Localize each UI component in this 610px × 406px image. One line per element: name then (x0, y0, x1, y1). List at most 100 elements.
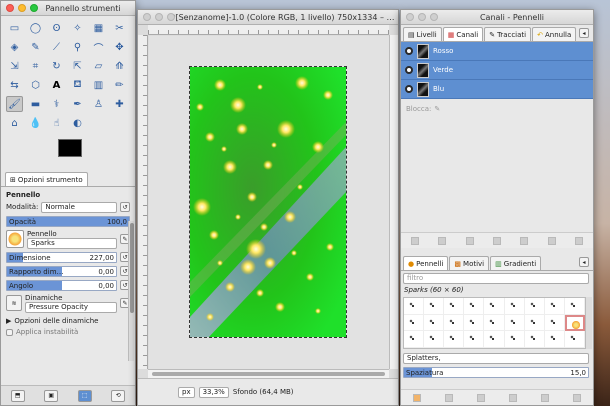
foreground-select-icon[interactable]: ◈ (6, 39, 23, 55)
text-icon[interactable]: A (48, 77, 65, 93)
brush-thumb[interactable] (504, 298, 525, 315)
flip-icon[interactable]: ⇆ (6, 77, 23, 93)
blend-icon[interactable]: ▥ (90, 77, 107, 93)
perspective-clone-icon[interactable]: ⌂ (6, 115, 23, 131)
refresh-brushes-icon[interactable] (541, 393, 549, 402)
brush-thumb[interactable] (484, 331, 505, 348)
smudge-icon[interactable]: ☝ (48, 115, 65, 131)
size-slider[interactable]: Dimensione 227,00 (6, 251, 117, 263)
toolbox-titlebar[interactable]: Pannello strumenti (1, 1, 135, 16)
color-select-icon[interactable]: ▦ (90, 20, 107, 36)
save-options-icon[interactable]: ⬒ (10, 389, 25, 402)
brush-thumb[interactable] (424, 331, 445, 348)
channel-to-selection-icon[interactable] (547, 236, 556, 245)
perspective-icon[interactable]: ⟰ (111, 58, 128, 74)
airbrush-icon[interactable]: ⚕ (48, 96, 65, 112)
jitter-checkbox[interactable] (6, 328, 13, 336)
color-picker-icon[interactable]: ⟋ (48, 39, 65, 55)
scissors-icon[interactable]: ✂ (111, 20, 128, 36)
brush-thumb[interactable] (484, 314, 505, 332)
opacity-slider[interactable]: Opacità 100,0 (6, 215, 130, 227)
brush-dropdown[interactable]: Sparks (27, 237, 117, 249)
options-scroll-thumb[interactable] (130, 223, 134, 313)
delete-channel-icon[interactable] (575, 236, 584, 245)
lower-channel-icon[interactable] (492, 236, 501, 245)
channels-titlebar[interactable]: Canali - Pennelli (401, 10, 593, 25)
brush-thumb[interactable] (424, 314, 445, 332)
lock-pixels-icon[interactable]: ✎ (434, 105, 440, 113)
brush-thumb[interactable] (524, 314, 545, 332)
brush-thumb[interactable] (564, 331, 585, 348)
channel-row-green[interactable]: Verde (401, 61, 593, 80)
tab-gradients[interactable]: ▥ Gradienti (490, 256, 542, 270)
crop-icon[interactable]: ⌗ (27, 58, 44, 74)
eye-icon[interactable] (405, 66, 413, 74)
delete-brush-icon[interactable] (509, 393, 517, 402)
tab-layers[interactable]: ▤ Livelli (403, 27, 442, 41)
move-icon[interactable]: ✥ (111, 39, 128, 55)
channel-row-red[interactable]: Rosso (401, 42, 593, 61)
spacing-slider[interactable]: Spaziatura 15,0 (403, 367, 589, 378)
rotate-icon[interactable]: ↻ (48, 58, 65, 74)
image-titlebar[interactable]: *[Senzanome]-1.0 (Colore RGB, 1 livello)… (138, 10, 398, 25)
eye-icon[interactable] (405, 47, 413, 55)
vertical-scrollbar[interactable] (389, 35, 398, 369)
brush-thumb[interactable] (424, 298, 445, 315)
brush-thumb[interactable] (464, 314, 485, 332)
mode-dropdown[interactable]: Normale (41, 201, 117, 213)
brush-scrollbar[interactable] (586, 297, 592, 349)
brush-thumb[interactable] (464, 331, 485, 348)
scale-icon[interactable]: ⇱ (69, 58, 86, 74)
maximize-icon[interactable] (30, 4, 38, 12)
minimize-icon[interactable] (155, 13, 163, 21)
close-icon[interactable] (406, 13, 414, 21)
brush-thumb[interactable] (404, 298, 425, 315)
dynamics-dropdown[interactable]: Pressure Opacity (25, 301, 117, 313)
brush-thumb[interactable] (524, 331, 545, 348)
shear-icon[interactable]: ▱ (90, 58, 107, 74)
rect-select-icon[interactable]: ▭ (6, 20, 23, 36)
brush-thumb[interactable] (484, 298, 505, 315)
blur-icon[interactable]: 💧 (27, 115, 44, 131)
zoom-icon[interactable]: ⚲ (69, 39, 86, 55)
image-canvas[interactable] (189, 66, 347, 338)
brush-thumb[interactable] (544, 331, 565, 348)
brush-filter-input[interactable]: filtro (403, 273, 589, 284)
brush-thumb-selected[interactable] (564, 314, 585, 332)
brush-thumb[interactable] (504, 331, 525, 348)
hscroll-thumb[interactable] (152, 372, 385, 376)
tab-paths[interactable]: ✎ Tracciati (484, 27, 532, 41)
unit-dropdown[interactable]: px (178, 386, 195, 398)
heal-icon[interactable]: ✚ (111, 96, 128, 112)
lasso-icon[interactable]: ʘ (48, 20, 65, 36)
measure-icon[interactable]: ⌒ (90, 39, 107, 55)
ink-icon[interactable]: ✒ (69, 96, 86, 112)
open-brush-editor-icon[interactable] (573, 393, 581, 402)
tab-brushes[interactable]: ● Pennelli (403, 256, 449, 270)
close-icon[interactable] (6, 4, 14, 12)
brush-preview[interactable] (6, 230, 24, 248)
brush-thumb[interactable] (544, 314, 565, 332)
tab-channels[interactable]: ▦ Canali (442, 27, 484, 41)
new-channel-icon[interactable] (438, 236, 447, 245)
horizontal-scrollbar[interactable] (148, 369, 389, 378)
brush-thumb[interactable] (444, 331, 465, 348)
edit-channel-icon[interactable] (410, 236, 419, 245)
brush-thumb[interactable] (444, 314, 465, 332)
expander-icon[interactable]: ▶ (6, 317, 11, 325)
restore-options-icon[interactable]: ▣ (44, 389, 59, 402)
paintbrush-icon[interactable]: 🖌 (6, 96, 23, 112)
brush-tag-input[interactable]: Splatters, (403, 353, 589, 364)
vertical-ruler[interactable] (138, 35, 148, 369)
maximize-icon[interactable] (430, 13, 438, 21)
horizontal-ruler[interactable] (148, 25, 389, 35)
new-brush-icon[interactable] (445, 393, 453, 402)
angle-slider[interactable]: Angolo 0,00 (6, 279, 117, 291)
duplicate-channel-icon[interactable] (520, 236, 529, 245)
clone-icon[interactable]: ♙ (90, 96, 107, 112)
dock-menu-icon[interactable]: ◂ (579, 28, 589, 38)
brush-menu-icon[interactable]: ◂ (579, 257, 589, 267)
brush-thumb[interactable] (444, 298, 465, 315)
brush-thumb[interactable] (544, 298, 565, 315)
duplicate-brush-icon[interactable] (477, 393, 485, 402)
